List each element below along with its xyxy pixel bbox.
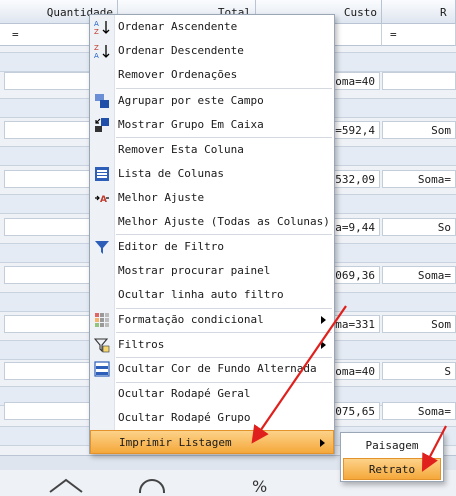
filter-operator: =	[12, 28, 19, 41]
footer-cell-r: So	[382, 218, 456, 236]
column-header-label: Custo	[343, 6, 377, 19]
footer-value: Soma=	[417, 405, 451, 418]
group-by-field-icon	[94, 93, 110, 109]
menu-item-label: Ocultar Rodapé Geral	[118, 387, 251, 400]
menu-item-label: Lista de Colunas	[118, 167, 224, 180]
menu-item-label: Editor de Filtro	[118, 240, 224, 253]
menu-item-filtros[interactable]: Filtros	[90, 333, 334, 357]
menu-item-label: Filtros	[118, 338, 165, 351]
menu-item-editor-filtro[interactable]: Editor de Filtro	[90, 235, 334, 259]
footer-value: .075,65	[328, 405, 375, 418]
submenu-arrow-icon	[321, 316, 326, 324]
menu-item-remover-coluna[interactable]: Remover Esta Coluna	[90, 138, 334, 162]
footer-cell-r: Som	[382, 315, 456, 333]
menu-item-label: Remover Esta Coluna	[118, 143, 244, 156]
footer-value: a=592,4	[328, 124, 375, 137]
submenu-item-paisagem[interactable]: Paisagem	[343, 435, 441, 457]
menu-item-ordenar-descendente[interactable]: ZA Ordenar Descendente	[90, 39, 334, 63]
menu-item-label: Agrupar por este Campo	[118, 94, 264, 107]
menu-item-agrupar-campo[interactable]: Agrupar por este Campo	[90, 89, 334, 113]
menu-item-remover-ordenacoes[interactable]: Remover Ordenações	[90, 63, 334, 87]
footer-value: Soma=40	[328, 75, 375, 88]
filter-operator: =	[390, 28, 397, 41]
footer-cell-r: Som	[382, 121, 456, 139]
footer-value: .069,36	[328, 269, 375, 282]
menu-item-ordenar-ascendente[interactable]: AZ Ordenar Ascendente	[90, 15, 334, 39]
column-list-icon	[94, 166, 110, 182]
footer-value: Soma=40	[328, 365, 375, 378]
footer-value: Som	[431, 318, 451, 331]
search-icon	[139, 479, 165, 496]
menu-item-label: Ordenar Ascendente	[118, 20, 238, 33]
footer-value: Som	[431, 124, 451, 137]
menu-item-label: Melhor Ajuste	[118, 191, 205, 204]
menu-item-label: Ocultar Rodapé Grupo	[118, 411, 251, 424]
menu-item-mostrar-grupo-caixa[interactable]: Mostrar Grupo Em Caixa	[90, 113, 334, 137]
footer-value: Soma=	[417, 173, 451, 186]
menu-item-label: Imprimir Listagem	[119, 436, 232, 449]
menu-item-label: Ordenar Descendente	[118, 44, 244, 57]
submenu-arrow-icon	[320, 439, 325, 447]
menu-item-imprimir-listagem[interactable]: Imprimir Listagem	[90, 430, 334, 454]
best-fit-icon: A	[94, 190, 110, 206]
footer-value: S	[444, 365, 451, 378]
footer-cell-r: S	[382, 362, 456, 380]
footer-cell-r: Soma=	[382, 266, 456, 284]
footer-cell-r: Soma=	[382, 170, 456, 188]
submenu-item-label: Paisagem	[365, 439, 419, 452]
submenu-arrow-icon	[321, 341, 326, 349]
menu-item-label: Mostrar Grupo Em Caixa	[118, 118, 264, 131]
sort-descending-icon: ZA	[94, 43, 110, 60]
column-header-label: R	[440, 6, 447, 19]
footer-cell-r: Soma=	[382, 402, 456, 420]
svg-text:Z: Z	[94, 28, 99, 35]
percent-icon: %	[252, 477, 267, 493]
menu-item-melhor-ajuste-todas[interactable]: Melhor Ajuste (Todas as Colunas)	[90, 210, 334, 234]
conditional-format-icon	[94, 312, 110, 328]
menu-item-label: Mostrar procurar painel	[118, 264, 271, 277]
menu-item-ocultar-cor-fundo[interactable]: Ocultar Cor de Fundo Alternada	[90, 357, 334, 381]
menu-item-label: Melhor Ajuste (Todas as Colunas)	[118, 215, 330, 228]
menu-item-label: Ocultar linha auto filtro	[118, 288, 284, 301]
footer-cell-r	[382, 72, 456, 90]
print-submenu: Paisagem Retrato	[340, 432, 444, 482]
menu-item-ocultar-auto-filtro[interactable]: Ocultar linha auto filtro	[90, 283, 334, 307]
footer-value: Soma=	[417, 269, 451, 282]
svg-text:A: A	[94, 52, 99, 59]
context-menu: AZ Ordenar Ascendente ZA Ordenar Descend…	[89, 14, 335, 454]
svg-text:A: A	[94, 20, 99, 28]
menu-item-label: Ocultar Cor de Fundo Alternada	[118, 362, 317, 375]
menu-item-ocultar-rodape-geral[interactable]: Ocultar Rodapé Geral	[90, 382, 334, 406]
menu-item-label: Formatação condicional	[118, 313, 264, 326]
menu-item-ocultar-rodape-grupo[interactable]: Ocultar Rodapé Grupo	[90, 406, 334, 430]
filter-cell-r[interactable]: =	[382, 24, 456, 46]
svg-text:A: A	[100, 195, 107, 205]
menu-item-melhor-ajuste[interactable]: A Melhor Ajuste	[90, 186, 334, 210]
menu-item-procurar-painel[interactable]: Mostrar procurar painel	[90, 259, 334, 283]
menu-item-lista-colunas[interactable]: Lista de Colunas	[90, 162, 334, 186]
filters-icon	[93, 337, 110, 353]
sort-ascending-icon: AZ	[94, 19, 110, 36]
menu-item-formatacao-condicional[interactable]: Formatação condicional	[90, 308, 334, 332]
menu-item-label: Remover Ordenações	[118, 68, 238, 81]
show-group-box-icon	[94, 117, 110, 133]
column-header-r[interactable]: R	[382, 0, 456, 24]
alternate-row-icon	[94, 361, 110, 377]
footer-value: .532,09	[328, 173, 375, 186]
submenu-item-label: Retrato	[368, 463, 416, 476]
svg-text:Z: Z	[94, 44, 99, 52]
footer-value: So	[437, 221, 451, 234]
submenu-item-retrato[interactable]: Retrato	[343, 458, 441, 480]
filter-editor-icon	[94, 239, 110, 255]
home-icon	[49, 478, 83, 493]
